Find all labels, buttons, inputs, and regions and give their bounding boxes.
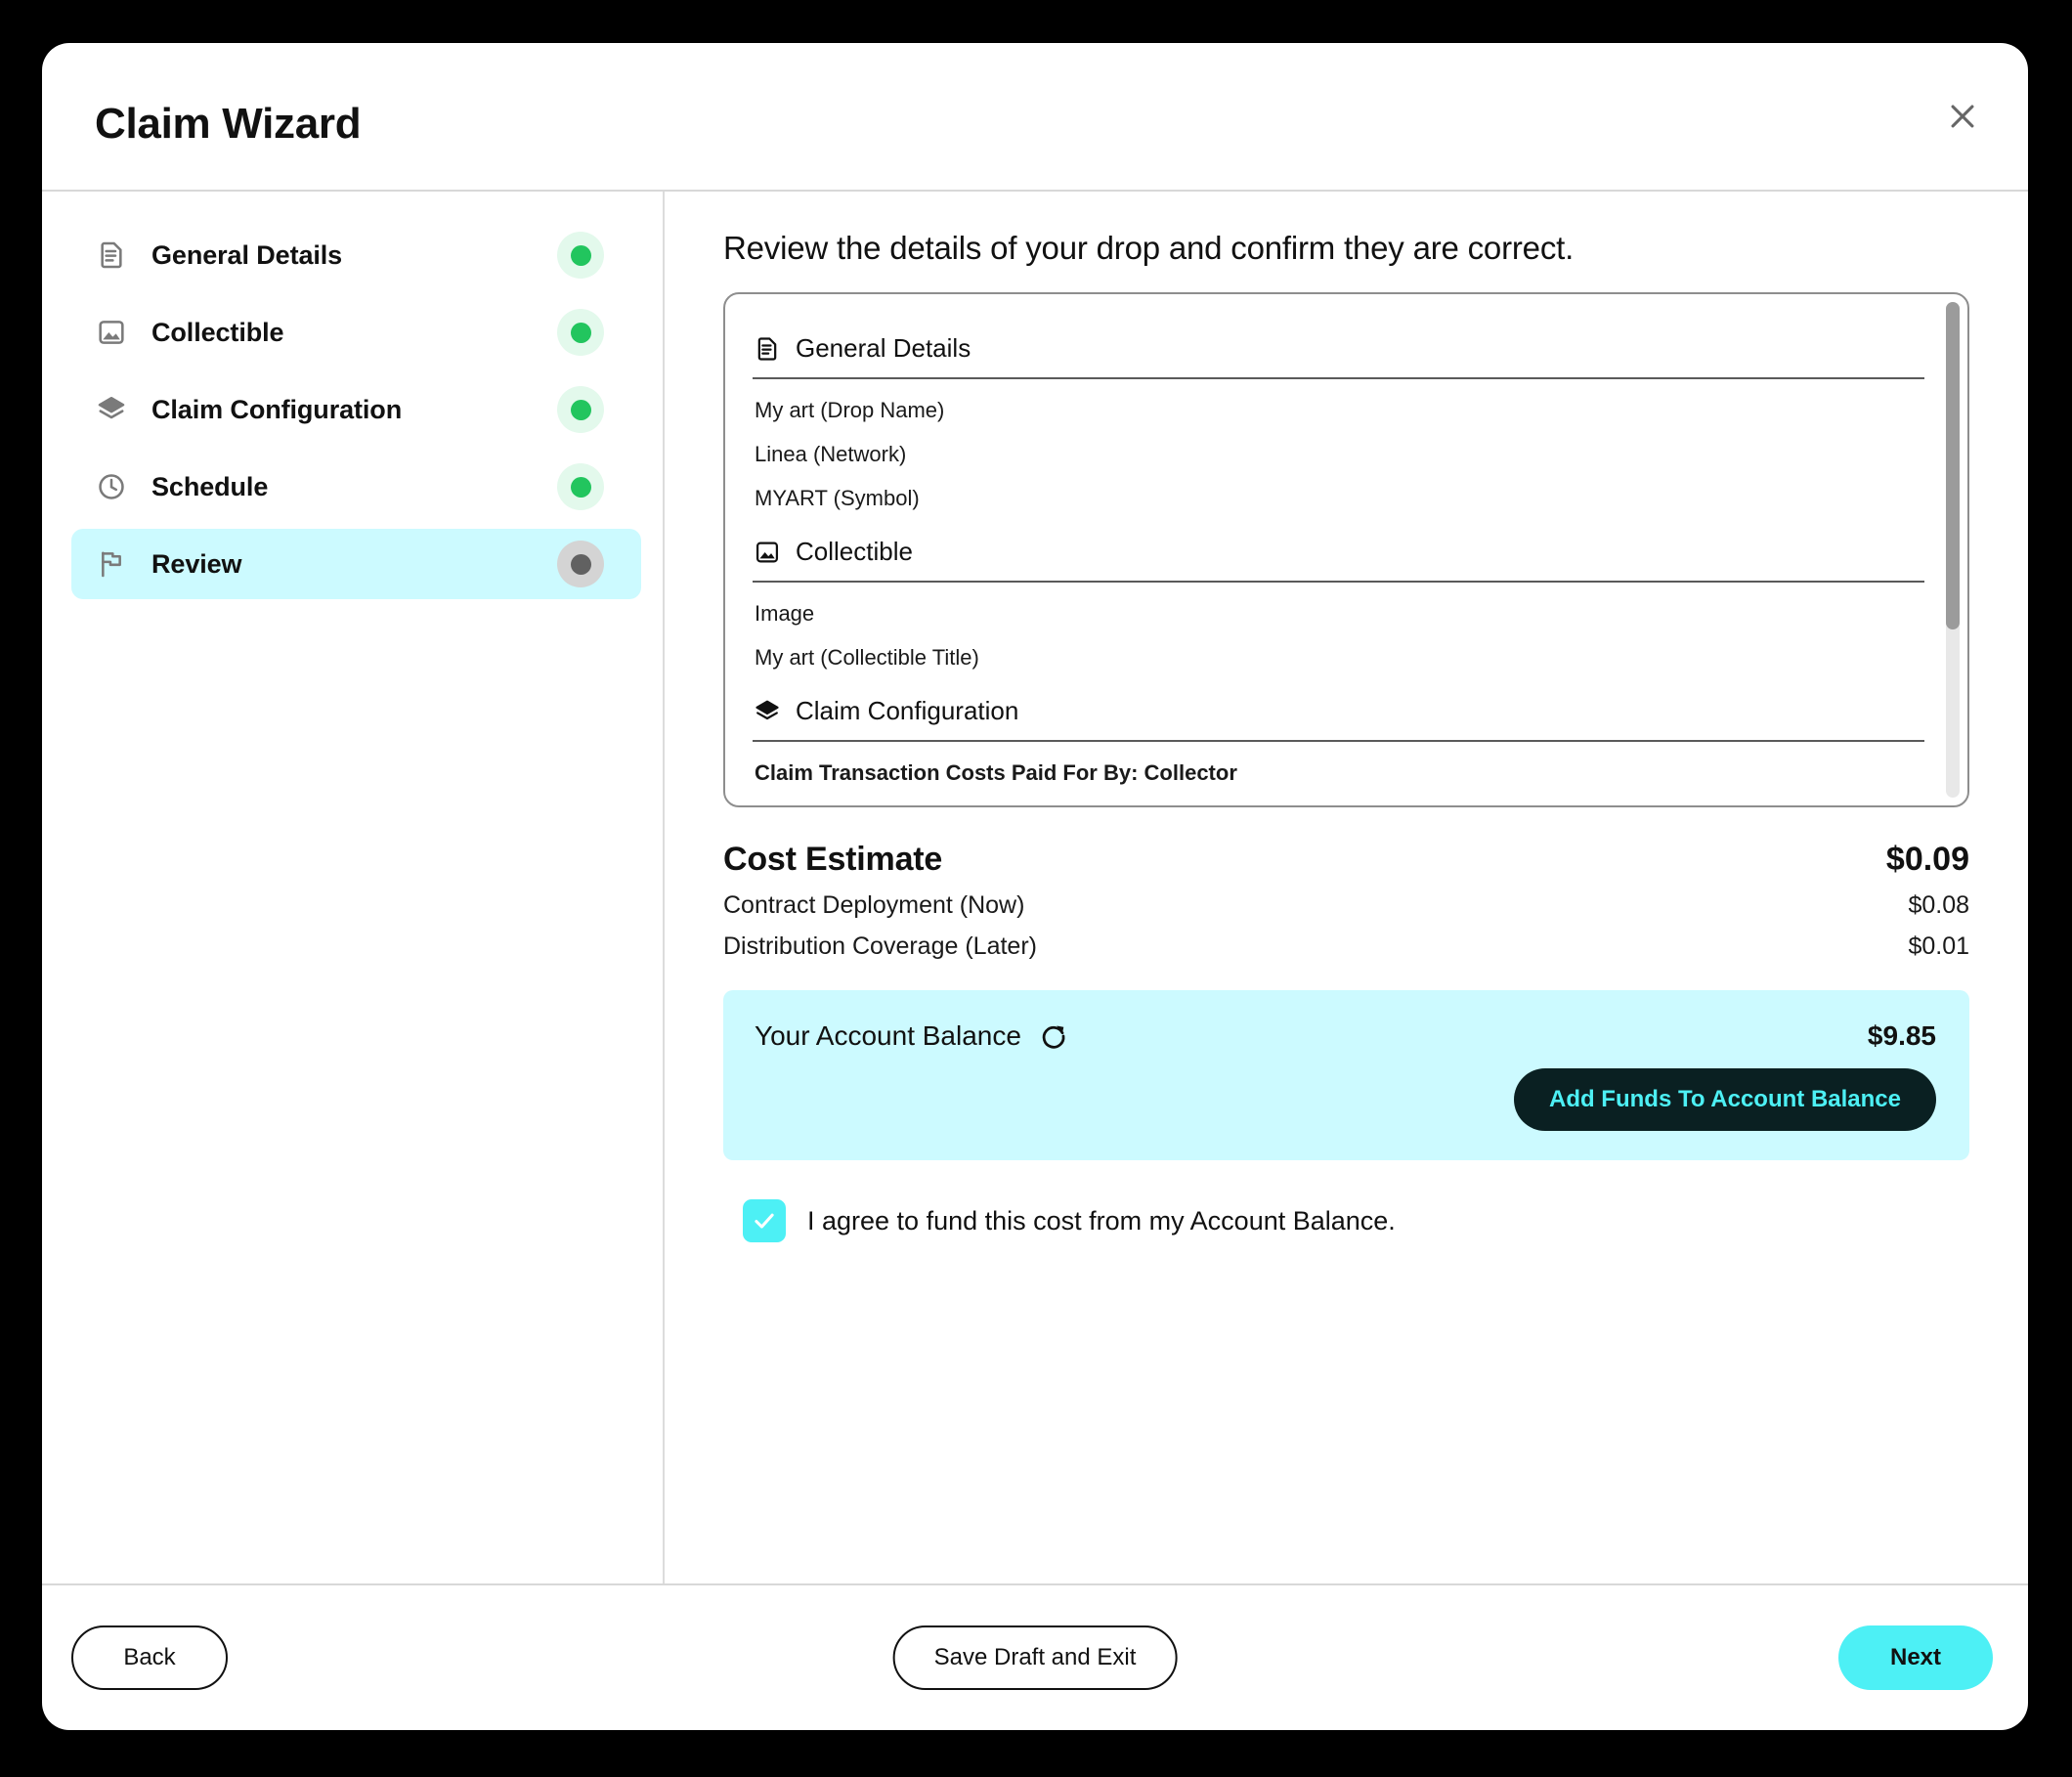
account-balance-label: Your Account Balance [755, 1020, 1021, 1051]
status-badge-claim-configuration [557, 386, 604, 433]
fund-cost-checkbox[interactable] [743, 1199, 786, 1242]
cost-estimate-title: Cost Estimate [723, 841, 943, 878]
summary-line: My art (Collectible Title) [755, 645, 979, 670]
status-badge-collectible [557, 309, 604, 356]
status-dot [570, 399, 591, 420]
sidebar-item-review[interactable]: Review [71, 529, 641, 599]
back-button[interactable]: Back [71, 1625, 228, 1690]
summary-line: MYART (Symbol) [755, 486, 920, 510]
status-dot [570, 476, 591, 498]
account-balance-row: Your Account Balance $9.85 [755, 1019, 1936, 1053]
refresh-balance-button[interactable] [1037, 1019, 1070, 1053]
close-button[interactable] [1934, 88, 1991, 145]
summary-line: Image [755, 601, 815, 626]
sidebar-item-label: Review [151, 548, 242, 579]
review-content-pane: Review the details of your drop and conf… [665, 192, 2028, 1583]
sidebar-item-label: Collectible [151, 317, 284, 347]
dialog-footer: Back Save Draft and Exit Next [42, 1583, 2028, 1730]
close-icon [1946, 100, 1979, 133]
dialog-header: Claim Wizard [42, 43, 2028, 192]
save-draft-and-exit-button[interactable]: Save Draft and Exit [892, 1625, 1178, 1690]
summary-line: Claim Transaction Costs Paid For By: Col… [755, 760, 1237, 785]
summary-card-scrollbar-thumb[interactable] [1946, 302, 1960, 629]
check-icon [752, 1208, 777, 1234]
summary-section-header-general-details: General Details [753, 324, 1924, 377]
summary-section-title: Collectible [796, 537, 913, 566]
cost-row-label: Contract Deployment (Now) [723, 891, 1025, 919]
sidebar-item-collectible[interactable]: Collectible [71, 297, 641, 368]
agreement-label: I agree to fund this cost from my Accoun… [807, 1205, 1396, 1235]
account-balance-panel: Your Account Balance $9.85 Add Funds To … [723, 990, 1969, 1160]
document-icon [93, 237, 130, 274]
sidebar-item-claim-configuration[interactable]: Claim Configuration [71, 374, 641, 445]
image-icon [753, 538, 782, 567]
drop-summary-card: General Details My art (Drop Name) Linea… [723, 292, 1969, 807]
status-badge-schedule [557, 463, 604, 510]
wizard-steps-sidebar: General Details Collectible Claim Config… [42, 192, 665, 1583]
sidebar-item-general-details[interactable]: General Details [71, 220, 641, 290]
cost-estimate-block: Cost Estimate $0.09 Contract Deployment … [723, 841, 1969, 961]
cost-estimate-total: $0.09 [1885, 841, 1969, 878]
cost-row-label: Distribution Coverage (Later) [723, 932, 1037, 960]
layers-icon [93, 391, 130, 428]
status-dot [570, 244, 591, 266]
account-balance-label-group: Your Account Balance [755, 1019, 1070, 1053]
refresh-icon [1039, 1021, 1068, 1051]
next-button[interactable]: Next [1838, 1625, 1993, 1690]
flag-icon [93, 545, 130, 583]
agreement-row: I agree to fund this cost from my Accoun… [723, 1199, 1969, 1242]
summary-section-header-claim-configuration: Claim Configuration [753, 671, 1924, 740]
cost-row-value: $0.01 [1908, 932, 1969, 960]
dialog-body: General Details Collectible Claim Config… [42, 192, 2028, 1583]
add-funds-button[interactable]: Add Funds To Account Balance [1513, 1068, 1936, 1131]
layers-icon [753, 697, 782, 726]
review-heading: Review the details of your drop and conf… [723, 230, 1575, 266]
summary-line: My art (Drop Name) [755, 398, 945, 422]
image-icon [93, 314, 130, 351]
cost-row: Contract Deployment (Now) $0.08 [723, 891, 1969, 920]
document-icon [753, 334, 782, 364]
status-badge-review [557, 541, 604, 587]
summary-section-title: Claim Configuration [796, 696, 1019, 725]
summary-section-title: General Details [796, 333, 971, 363]
summary-card-scrollbar[interactable] [1946, 302, 1960, 798]
cost-estimate-total-row: Cost Estimate $0.09 [723, 841, 1969, 879]
cost-row: Distribution Coverage (Later) $0.01 [723, 932, 1969, 961]
account-balance-amount: $9.85 [1867, 1020, 1936, 1051]
status-dot [570, 553, 591, 575]
add-funds-row: Add Funds To Account Balance [755, 1068, 1936, 1131]
summary-section-header-collectible: Collectible [753, 511, 1924, 581]
sidebar-item-schedule[interactable]: Schedule [71, 452, 641, 522]
clock-icon [93, 468, 130, 505]
summary-line: Linea (Network) [755, 442, 907, 466]
page-title: Claim Wizard [95, 100, 362, 148]
sidebar-item-label: Claim Configuration [151, 394, 403, 424]
sidebar-item-label: General Details [151, 239, 343, 270]
status-badge-general-details [557, 232, 604, 279]
cost-row-value: $0.08 [1908, 891, 1969, 919]
sidebar-item-label: Schedule [151, 471, 269, 501]
status-dot [570, 322, 591, 343]
claim-wizard-dialog: Claim Wizard General Details Collectible… [42, 43, 2028, 1730]
